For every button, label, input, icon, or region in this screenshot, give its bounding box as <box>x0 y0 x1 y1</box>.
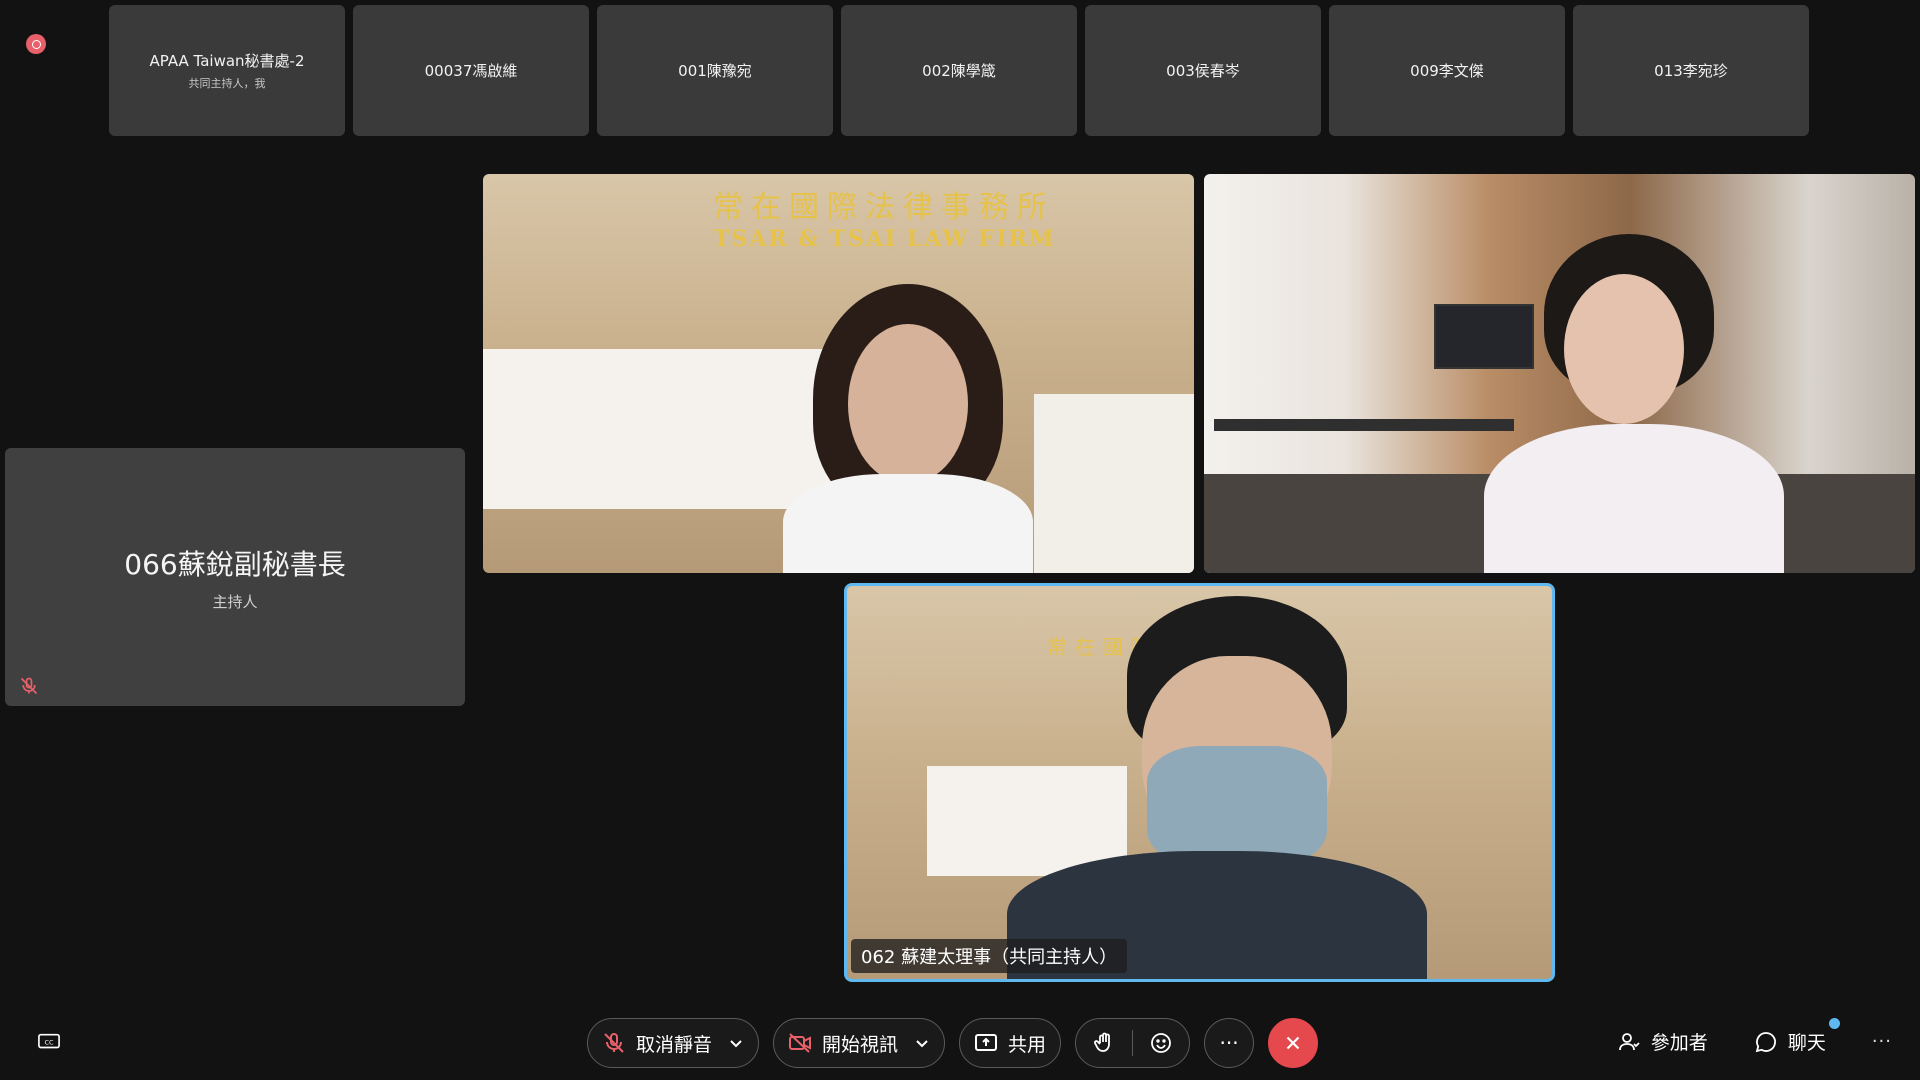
desk <box>1034 394 1194 573</box>
participant-name: APAA Taiwan秘書處-2 <box>149 52 305 70</box>
participant-tile[interactable]: 009李文傑 <box>1329 5 1565 136</box>
participant-name: 003侯春岑 <box>1166 62 1240 80</box>
raise-hand-icon[interactable] <box>1092 1031 1116 1055</box>
divider <box>1132 1030 1134 1056</box>
participant-tile[interactable]: 001陳豫宛 <box>597 5 833 136</box>
speaker-caption: 062 蘇建太理事（共同主持人） <box>851 939 1128 973</box>
share-screen-icon <box>975 1034 998 1051</box>
muted-mic-icon <box>20 677 38 695</box>
share-label: 共用 <box>1008 1033 1047 1056</box>
close-icon <box>1286 1036 1300 1050</box>
more-options-button[interactable]: ··· <box>1204 1018 1255 1068</box>
participant-tile[interactable]: APAA Taiwan秘書處-2 共同主持人，我 <box>109 5 345 136</box>
participant-name: 013李宛珍 <box>1654 62 1728 80</box>
participant-tile[interactable]: 002陳學箴 <box>841 5 1077 136</box>
participant-name: 002陳學箴 <box>922 62 996 80</box>
leave-meeting-button[interactable] <box>1268 1018 1319 1068</box>
face <box>1564 274 1684 424</box>
host-role: 主持人 <box>212 592 258 611</box>
reactions-group <box>1075 1018 1191 1068</box>
video-tile[interactable]: 常在國際法律事務所 TSAR & TSAI LAW FIRM <box>483 174 1194 573</box>
tv-screen <box>1434 304 1534 369</box>
chat-button[interactable]: 聊天 <box>1754 1018 1840 1055</box>
participant-role: 共同主持人，我 <box>188 77 266 90</box>
participant-name: 001陳豫宛 <box>678 62 752 80</box>
more-label: ··· <box>1219 1031 1239 1055</box>
person-icon <box>1618 1032 1640 1050</box>
host-name: 066蘇銳副秘書長 <box>124 547 346 581</box>
chat-bubble-icon <box>1755 1031 1776 1052</box>
participant-name: 00037馮啟維 <box>424 62 518 80</box>
host-tile[interactable]: 066蘇銳副秘書長 主持人 <box>5 448 465 706</box>
overflow-menu-button[interactable]: ··· <box>1872 1031 1892 1052</box>
participant-strip: APAA Taiwan秘書處-2 共同主持人，我 00037馮啟維 001陳豫宛… <box>109 5 1809 136</box>
video-off-icon <box>789 1033 812 1053</box>
firm-sign: 常在國際法律事務所 TSAR & TSAI LAW FIRM <box>713 190 1056 252</box>
face-mask <box>1147 746 1327 866</box>
participants-label: 參加者 <box>1650 1032 1708 1054</box>
body <box>1484 424 1784 573</box>
muted-mic-icon <box>604 1033 624 1053</box>
side-panel-controls: 參加者 聊天 ··· <box>1617 1018 1892 1055</box>
face <box>848 324 968 484</box>
unmute-label: 取消靜音 <box>636 1033 713 1056</box>
chevron-down-icon[interactable] <box>728 1035 744 1051</box>
participant-tile[interactable]: 013李宛珍 <box>1573 5 1809 136</box>
chevron-down-icon[interactable] <box>914 1035 930 1051</box>
share-button[interactable]: 共用 <box>959 1018 1062 1068</box>
meeting-controls: 取消靜音 開始視訊 共用 ··· <box>587 1018 1319 1068</box>
notification-dot <box>1828 1018 1840 1029</box>
active-speaker-video-tile[interactable]: 常在國際法律事務所 062 蘇建太理事（共同主持人） <box>844 583 1555 982</box>
conference-table <box>1214 419 1514 431</box>
svg-text:CC: CC <box>45 1038 54 1046</box>
chat-label: 聊天 <box>1787 1032 1826 1054</box>
closed-captions-icon[interactable]: CC <box>38 1032 60 1052</box>
participant-name: 009李文傑 <box>1410 62 1484 80</box>
reactions-emoji-icon[interactable] <box>1149 1031 1173 1055</box>
video-tile[interactable] <box>1204 174 1915 573</box>
participant-tile[interactable]: 003侯春岑 <box>1085 5 1321 136</box>
start-video-button[interactable]: 開始視訊 <box>773 1018 946 1068</box>
unmute-button[interactable]: 取消靜音 <box>587 1018 760 1068</box>
recording-indicator-icon <box>26 34 46 54</box>
participants-button[interactable]: 參加者 <box>1617 1028 1708 1055</box>
start-video-label: 開始視訊 <box>822 1033 899 1056</box>
body <box>783 474 1033 573</box>
participant-tile[interactable]: 00037馮啟維 <box>353 5 589 136</box>
